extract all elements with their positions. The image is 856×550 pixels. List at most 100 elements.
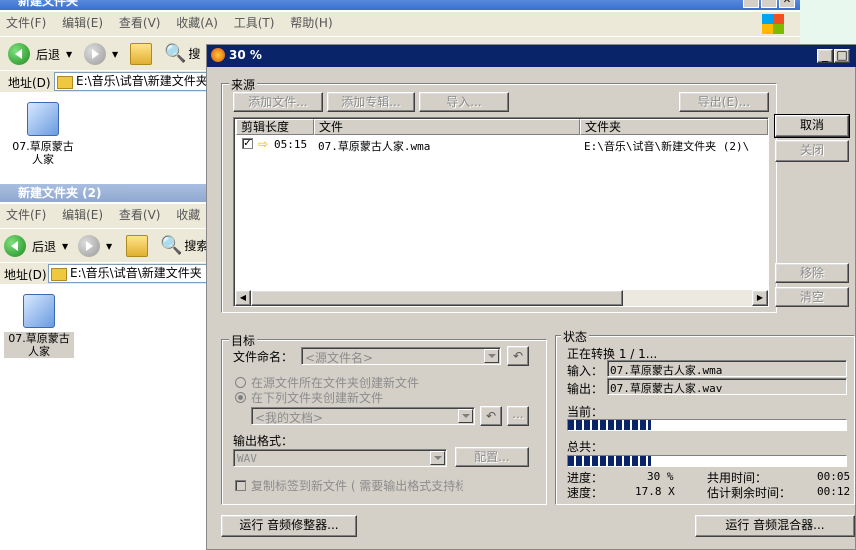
explorer-window-2: 新建文件夹 (2) 文件(F) 编辑(E) 查看(V) 收藏 后退 ▼ ▼ 🔍 … (0, 184, 210, 550)
search-button[interactable]: 🔍 搜 (164, 43, 200, 64)
window-title: 新建文件夹 (2) (18, 186, 102, 200)
address-label: 地址(D) (8, 76, 51, 90)
radio-source-folder[interactable] (235, 377, 246, 388)
format-label: 输出格式： (233, 434, 294, 448)
total-progress-bar (567, 455, 847, 467)
close-button[interactable]: ✕ (779, 0, 795, 8)
speed-value: 17.8 X (635, 485, 675, 498)
config-button[interactable]: 配置... (455, 447, 529, 467)
menu-favorites[interactable]: 收藏(A) (176, 16, 218, 30)
input-field: 07.草原蒙古人家.wma (607, 360, 847, 377)
close-dialog-button[interactable]: 关闭 (775, 140, 849, 162)
browse-folder-button[interactable]: ... (507, 406, 529, 426)
row-folder: E:\音乐\试音\新建文件夹 (2)\ (584, 140, 750, 153)
column-header-length[interactable]: 剪辑长度 (236, 119, 314, 135)
maximize-button[interactable] (761, 0, 777, 8)
address-label: 地址(D) (4, 268, 47, 282)
speed-label: 速度： (567, 486, 604, 500)
refresh-naming-button[interactable]: ↶ (507, 346, 529, 366)
add-album-button[interactable]: 添加专辑... (327, 92, 415, 112)
dialog-title: 30 % (229, 48, 262, 62)
menu-file[interactable]: 文件(F) (6, 208, 46, 222)
table-row[interactable]: ✓ ⇨ 05:15 07.草原蒙古人家.wma E:\音乐\试音\新建文件夹 (… (236, 136, 768, 153)
file-item[interactable]: 07.草原蒙古人家 (4, 294, 74, 358)
column-header-file[interactable]: 文件 (314, 119, 580, 135)
forward-icon (78, 235, 100, 257)
format-combo[interactable]: WAV (233, 449, 447, 467)
chevron-down-icon[interactable] (430, 451, 445, 465)
file-list[interactable]: 剪辑长度 文件 文件夹 ✓ ⇨ 05:15 07.草原蒙古人家.wma E:\音… (233, 117, 769, 307)
address-input[interactable]: E:\音乐\试音\新建文件夹 (54, 72, 214, 91)
scroll-left-button[interactable]: ◀ (235, 290, 251, 306)
audio-file-icon (23, 294, 55, 328)
folder-up-icon[interactable] (126, 235, 148, 257)
naming-combo[interactable]: <源文件名> (301, 347, 501, 365)
run-mixer-button[interactable]: 运行 音频混合器... (695, 515, 855, 537)
add-files-button[interactable]: 添加文件... (233, 92, 323, 112)
back-button[interactable]: 后退 ▼ (4, 235, 68, 257)
folder-up-icon[interactable] (130, 43, 152, 65)
clear-button[interactable]: 清空 (775, 287, 849, 307)
back-icon (8, 43, 30, 65)
scroll-thumb[interactable] (251, 290, 623, 306)
horizontal-scrollbar[interactable]: ◀ ▶ (235, 290, 768, 306)
desktop-background (800, 0, 856, 46)
file-item[interactable]: 07.草原蒙古人家 (8, 102, 78, 166)
minimize-button[interactable] (743, 0, 759, 8)
export-button[interactable]: 导出(E)... (679, 92, 769, 112)
naming-value: <源文件名> (305, 351, 374, 365)
menu-favorites[interactable]: 收藏 (176, 208, 200, 222)
scroll-right-button[interactable]: ▶ (752, 290, 768, 306)
remaining-value: 00:12 (817, 485, 851, 498)
address-bar: 地址(D) E:\音乐\试音\新建文件夹 ( (0, 262, 210, 284)
radio-custom-folder[interactable] (235, 392, 246, 403)
menu-help[interactable]: 帮助(H) (290, 16, 332, 30)
search-label: 搜索 (184, 239, 209, 253)
minimize-button[interactable]: _ (817, 49, 833, 63)
cancel-button[interactable]: 取消 (774, 114, 850, 138)
menu-file[interactable]: 文件(F) (6, 16, 46, 30)
menu-edit[interactable]: 编辑(E) (62, 208, 103, 222)
run-editor-button[interactable]: 运行 音频修整器... (221, 515, 357, 537)
import-button[interactable]: 导入... (419, 92, 509, 112)
forward-button[interactable]: ▼ (78, 235, 112, 257)
address-value: E:\音乐\试音\新建文件夹 ( (70, 266, 210, 280)
playing-arrow-icon: ⇨ (258, 137, 269, 151)
menu-view[interactable]: 查看(V) (119, 208, 161, 222)
chevron-down-icon[interactable] (484, 349, 499, 363)
search-label: 搜 (188, 47, 201, 61)
progress-value: 30 % (647, 470, 674, 483)
source-group-label: 来源 (229, 76, 258, 93)
refresh-folder-button[interactable]: ↶ (480, 406, 502, 426)
column-header-folder[interactable]: 文件夹 (580, 119, 768, 135)
menu-bar: 文件(F) 编辑(E) 查看(V) 收藏 (0, 204, 210, 228)
back-label: 后退 (32, 239, 57, 254)
back-button[interactable]: 后退 ▼ (8, 43, 72, 65)
chevron-down-icon: ▼ (66, 49, 73, 59)
file-name: 07.草原蒙古人家 (12, 140, 74, 166)
app-icon (211, 48, 225, 62)
output-value: 07.草原蒙古人家.wav (610, 382, 723, 395)
window-title: 新建文件夹 (18, 0, 79, 8)
menu-view[interactable]: 查看(V) (119, 16, 161, 30)
current-progress-fill (568, 420, 652, 430)
chevron-down-icon: ▼ (106, 241, 113, 251)
remove-button[interactable]: 移除 (775, 263, 849, 283)
forward-icon (84, 43, 106, 65)
dialog-title-bar: 30 % (207, 45, 856, 67)
output-field: 07.草原蒙古人家.wav (607, 378, 847, 395)
explorer-title-bar: 新建文件夹 (0, 0, 800, 10)
maximize-button[interactable]: □ (834, 49, 850, 63)
row-checkbox[interactable]: ✓ (242, 138, 253, 149)
menu-tools[interactable]: 工具(T) (234, 16, 275, 30)
folder-combo[interactable]: <我的文档> (251, 407, 475, 425)
chevron-down-icon[interactable] (458, 409, 473, 423)
menu-edit[interactable]: 编辑(E) (62, 16, 103, 30)
copy-tags-checkbox[interactable] (235, 480, 246, 491)
current-label: 当前： (567, 405, 604, 419)
forward-button[interactable]: ▼ (84, 43, 118, 65)
windows-logo-icon (762, 14, 784, 34)
address-input[interactable]: E:\音乐\试音\新建文件夹 ( (48, 264, 210, 283)
search-button[interactable]: 🔍 搜索 (160, 235, 208, 256)
total-progress-fill (568, 456, 652, 466)
